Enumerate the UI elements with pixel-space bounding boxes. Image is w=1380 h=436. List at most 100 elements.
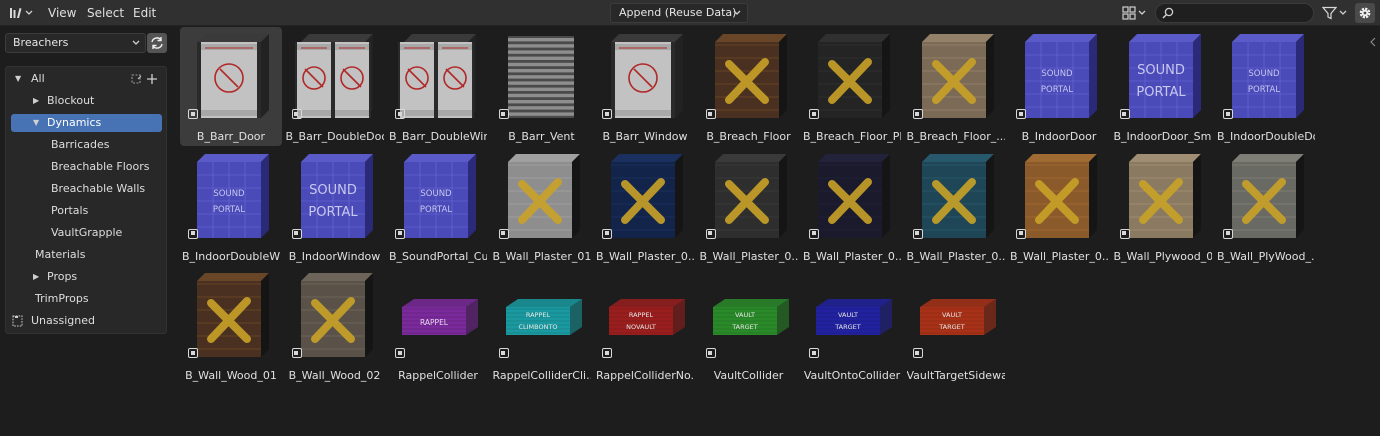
asset-tile[interactable]: RAPPEL RappelCollider [387, 266, 489, 385]
refresh-library-button[interactable] [147, 33, 167, 53]
asset-thumbnail[interactable] [498, 30, 586, 118]
asset-tile[interactable]: B_Wall_Wood_01 [180, 266, 282, 385]
asset-thumbnail[interactable]: SOUND PORTAL [291, 150, 379, 238]
asset-thumbnail[interactable]: RAPPEL [394, 269, 482, 357]
import-method-dropdown[interactable]: Append (Reuse Data) [610, 3, 748, 23]
asset-tile[interactable]: SOUND PORTAL B_IndoorDoubleDoor [1215, 27, 1317, 146]
catalog-item-dynamics[interactable]: ▼ Dynamics [11, 114, 162, 132]
asset-thumbnail[interactable] [1119, 150, 1207, 238]
asset-thumbnail[interactable]: SOUND PORTAL [187, 150, 275, 238]
asset-name: B_Breach_Floor_... [906, 130, 1005, 143]
asset-tile[interactable]: B_Wall_Plywood_01 [1112, 147, 1214, 266]
asset-thumbnail[interactable]: RAPPEL CLIMBONTO [498, 269, 586, 357]
asset-thumbnail[interactable] [187, 269, 275, 357]
editor-type-button[interactable] [6, 3, 38, 23]
asset-thumbnail[interactable] [705, 30, 793, 118]
asset-type-object-icon [1016, 109, 1026, 119]
asset-tile[interactable]: SOUND PORTAL B_IndoorDoor_Small [1112, 27, 1214, 146]
asset-tile[interactable]: B_Barr_DoubleWin... [387, 27, 489, 146]
display-mode-button[interactable] [1119, 3, 1149, 23]
asset-tile[interactable]: B_Breach_Floor_... [905, 27, 1007, 146]
asset-thumbnail[interactable] [187, 30, 275, 118]
asset-tile[interactable]: SOUND PORTAL B_IndoorDoor [1008, 27, 1110, 146]
asset-tile[interactable]: B_Wall_Plaster_0... [594, 147, 696, 266]
asset-thumbnail[interactable]: VAULT TARGET [912, 269, 1000, 357]
file-browser-icon [10, 8, 22, 18]
asset-tile[interactable]: RAPPEL NOVAULT RappelColliderNo... [594, 266, 696, 385]
expanded-triangle-icon[interactable]: ▼ [15, 70, 21, 88]
asset-thumbnail[interactable]: RAPPEL NOVAULT [601, 269, 689, 357]
catalog-item-trimprops[interactable]: TrimProps [11, 290, 162, 308]
asset-thumbnail[interactable]: VAULT TARGET [705, 269, 793, 357]
asset-thumbnail[interactable]: SOUND PORTAL [394, 150, 482, 238]
svg-text:PORTAL: PORTAL [213, 205, 245, 215]
svg-text:TARGET: TARGET [938, 323, 965, 331]
catalog-item-blockout[interactable]: ▶ Blockout [11, 92, 162, 110]
collapsed-triangle-icon[interactable]: ▶ [33, 268, 39, 286]
catalog-item-vaultgrapple[interactable]: VaultGrapple [11, 224, 162, 242]
catalog-item-unassigned[interactable]: Unassigned [11, 312, 162, 330]
asset-tile[interactable]: B_Breach_Floor_Pl... [801, 27, 903, 146]
asset-thumbnail[interactable] [291, 269, 379, 357]
asset-tile[interactable]: B_Barr_Vent [491, 27, 593, 146]
menu-select[interactable]: Select [87, 0, 124, 26]
asset-tile[interactable]: B_Barr_DoubleDoor [284, 27, 386, 146]
catalog-item-portals[interactable]: Portals [11, 202, 162, 220]
asset-thumbnail[interactable] [705, 150, 793, 238]
asset-thumbnail[interactable]: SOUND PORTAL [1119, 30, 1207, 118]
asset-tile[interactable]: SOUND PORTAL B_IndoorWindow [284, 147, 386, 266]
asset-thumbnail[interactable] [808, 150, 896, 238]
filter-button[interactable] [1320, 3, 1352, 23]
asset-tile[interactable]: B_Wall_PlyWood_... [1215, 147, 1317, 266]
search-box[interactable] [1155, 3, 1314, 23]
asset-tile[interactable]: B_Barr_Window [594, 27, 696, 146]
asset-tile[interactable]: B_Wall_Plaster_0... [801, 147, 903, 266]
asset-thumbnail[interactable] [498, 150, 586, 238]
asset-thumbnail[interactable]: SOUND PORTAL [1222, 30, 1310, 118]
menu-view[interactable]: View [48, 0, 76, 26]
asset-thumbnail[interactable] [394, 30, 482, 118]
menu-edit[interactable]: Edit [133, 0, 156, 26]
asset-tile[interactable]: VAULT TARGET VaultTargetSideways [905, 266, 1007, 385]
asset-tile[interactable]: VAULT TARGET VaultOntoCollider [801, 266, 903, 385]
asset-tile[interactable]: B_Breach_Floor [698, 27, 800, 146]
svg-text:PORTAL: PORTAL [420, 205, 452, 215]
asset-thumbnail[interactable] [912, 150, 1000, 238]
catalog-item-barricades[interactable]: Barricades [11, 136, 162, 154]
asset-tile[interactable]: B_Wall_Plaster_0... [1008, 147, 1110, 266]
search-input[interactable] [1178, 5, 1308, 21]
asset-tile[interactable]: B_Wall_Plaster_0... [905, 147, 1007, 266]
filter-icon [1322, 6, 1337, 20]
preferences-button[interactable] [1355, 3, 1375, 23]
asset-thumbnail[interactable] [601, 150, 689, 238]
asset-name: B_Wall_PlyWood_... [1217, 249, 1315, 263]
asset-tile[interactable]: VAULT TARGET VaultCollider [698, 266, 800, 385]
asset-thumbnail[interactable] [1222, 150, 1310, 238]
asset-tile[interactable]: B_Wall_Wood_02 [284, 266, 386, 385]
catalog-item-all[interactable]: ▼ All [11, 70, 162, 88]
catalog-item-breachable-floors[interactable]: Breachable Floors [11, 158, 162, 176]
catalog-item-breachable-walls[interactable]: Breachable Walls [11, 180, 162, 198]
asset-tile[interactable]: B_Wall_Plaster_01 [491, 147, 593, 266]
asset-thumbnail[interactable] [291, 30, 379, 118]
collapsed-triangle-icon[interactable]: ▶ [33, 92, 39, 110]
asset-tile[interactable]: B_Wall_Plaster_0... [698, 147, 800, 266]
asset-thumbnail[interactable] [808, 30, 896, 118]
asset-type-object-icon [602, 348, 612, 358]
asset-type-object-icon [1223, 109, 1233, 119]
asset-library-dropdown[interactable]: Breachers [5, 33, 146, 53]
catalog-item-materials[interactable]: Materials [11, 246, 162, 264]
catalog-item-props[interactable]: ▶ Props [11, 268, 162, 286]
asset-thumbnail[interactable] [1015, 150, 1103, 238]
asset-thumbnail[interactable]: VAULT TARGET [808, 269, 896, 357]
asset-tile[interactable]: SOUND PORTAL B_IndoorDoubleWi... [180, 147, 282, 266]
asset-tile[interactable]: SOUND PORTAL B_SoundPortal_Cu... [387, 147, 489, 266]
asset-thumbnail[interactable]: SOUND PORTAL [1015, 30, 1103, 118]
side-panel-toggle-icon[interactable] [1370, 36, 1377, 48]
asset-thumbnail[interactable] [601, 30, 689, 118]
asset-thumbnail[interactable] [912, 30, 1000, 118]
asset-type-object-icon [912, 348, 923, 358]
asset-tile[interactable]: RAPPEL CLIMBONTO RappelColliderCli... [491, 266, 593, 385]
asset-tile[interactable]: B_Barr_Door [180, 27, 282, 146]
expanded-triangle-icon[interactable]: ▼ [33, 114, 39, 132]
